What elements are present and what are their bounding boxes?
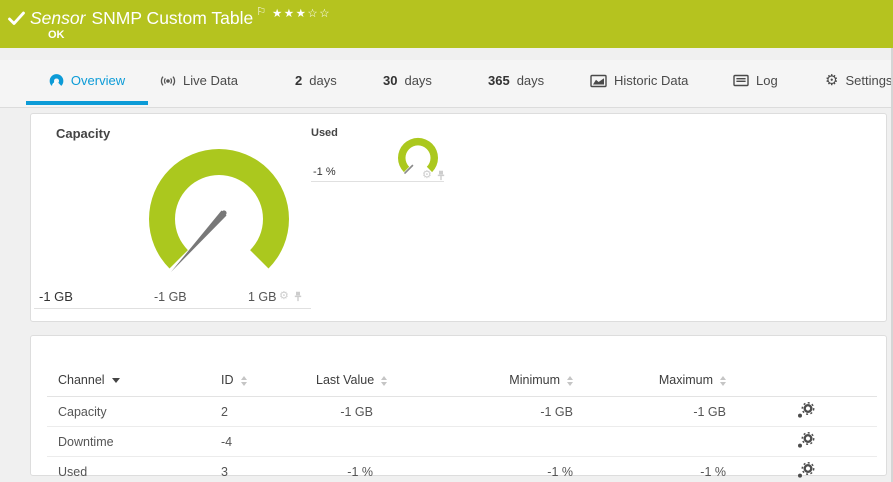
cell-id: 2 [220,396,315,427]
chart-icon [590,74,607,88]
cell-min: -1 % [374,456,574,482]
column-header-minimum[interactable]: Minimum [374,364,574,397]
column-label: Last Value [316,373,375,387]
column-header-last-value[interactable]: Last Value [315,364,388,397]
cell-max: -1 GB [574,396,727,427]
sort-icon [381,375,388,386]
check-icon [8,11,25,31]
tab-live-data[interactable]: Live Data [160,60,238,101]
tab-overview[interactable]: Overview [26,60,148,105]
cell-last: -1 % [315,456,374,482]
sort-icon [567,375,573,386]
tab-label: days [309,73,337,88]
column-header-channel[interactable]: Channel [47,364,220,397]
tab-number: 365 [488,73,510,88]
tab-number: 2 [295,73,303,88]
table-header-row: Channel ID Last Value Minimum Maximum [47,364,877,397]
cell-actions [727,456,877,482]
tab-settings[interactable]: ⚙ Settings [825,60,892,101]
gauges-panel: Capacity -1 GB -1 GB 1 GB ⚙ Used -1 % ⚙ [30,113,887,322]
broadcast-icon [160,74,176,88]
used-gauge-title: Used [311,127,338,139]
cell-id: 3 [220,456,315,482]
divider [34,308,311,309]
column-header-actions [727,364,877,397]
column-header-maximum[interactable]: Maximum [574,364,727,397]
log-icon [733,74,749,87]
tab-2-days[interactable]: 2 days [295,60,337,101]
gear-icon[interactable]: ⚙ [279,291,289,302]
cell-channel[interactable]: Used [47,456,220,482]
title-prefix: Sensor [30,8,86,28]
tab-label: days [404,73,432,88]
tab-label: Log [756,73,778,88]
channels-panel: Channel ID Last Value Minimum Maximum Capaci… [30,335,887,482]
channel-settings-icon[interactable] [796,461,815,479]
sort-icon [720,375,726,386]
cell-last [315,426,374,457]
page-title: Sensor SNMP Custom Table ⚐ [30,5,266,29]
column-header-id[interactable]: ID [220,364,315,397]
capacity-gauge[interactable] [144,141,304,286]
table-row-capacity: Capacity 2 -1 GB -1 GB -1 GB [47,396,877,427]
channel-table: Channel ID Last Value Minimum Maximum Capaci… [47,364,877,482]
pin-icon[interactable] [293,291,303,302]
channel-settings-icon[interactable] [796,401,815,419]
table-row-downtime: Downtime -4 [47,426,877,457]
gauge-icon [49,73,64,88]
cell-last: -1 GB [315,396,374,427]
cell-actions [727,396,877,427]
sensor-name: SNMP Custom Table [91,8,254,28]
cell-channel[interactable]: Downtime [47,426,220,457]
tab-historic-data[interactable]: Historic Data [590,60,688,101]
flag-icon[interactable]: ⚐ [256,6,266,18]
column-label: ID [221,373,234,387]
tab-label: Overview [70,73,126,88]
cell-max: -1 % [574,456,727,482]
tab-number: 30 [383,73,398,88]
cell-min: -1 GB [374,396,574,427]
gear-icon[interactable]: ⚙ [422,170,432,181]
column-label: Channel [58,373,105,387]
sensor-page: Sensor SNMP Custom Table ⚐ ★★★☆☆ OK Overvi… [0,0,893,482]
gear-icon: ⚙ [825,72,839,89]
capacity-gauge-title: Capacity [56,126,111,141]
column-label: Minimum [509,373,560,387]
column-label: Maximum [658,373,713,387]
cell-max [574,426,727,457]
pin-icon[interactable] [436,170,446,181]
capacity-current-value: -1 GB [39,289,73,304]
sensor-header: Sensor SNMP Custom Table ⚐ ★★★☆☆ OK [0,0,893,48]
capacity-scale-max: 1 GB [248,290,277,304]
tab-label: Historic Data [614,73,689,88]
table-row-used: Used 3 -1 % -1 % -1 % [47,456,877,482]
cell-id: -4 [220,426,315,457]
sort-icon [240,375,247,386]
tab-30-days[interactable]: 30 days [383,60,432,101]
sort-desc-icon [111,378,120,384]
cell-channel[interactable]: Capacity [47,396,220,427]
tab-bar: Overview Live Data 2 days 30 days 365 days Histo… [0,60,893,108]
cell-actions [727,426,877,457]
tab-label: Settings [845,73,893,88]
status-badge: OK [48,29,65,41]
used-current-value: -1 % [313,166,336,178]
tab-log[interactable]: Log [733,60,778,101]
channel-settings-icon[interactable] [796,431,815,449]
divider [311,181,444,182]
tab-365-days[interactable]: 365 days [488,60,544,101]
cell-min [374,426,574,457]
tab-label: Live Data [183,73,238,88]
capacity-scale-min: -1 GB [154,290,187,304]
rating-stars[interactable]: ★★★☆☆ [272,6,331,20]
tab-label: days [516,73,545,88]
